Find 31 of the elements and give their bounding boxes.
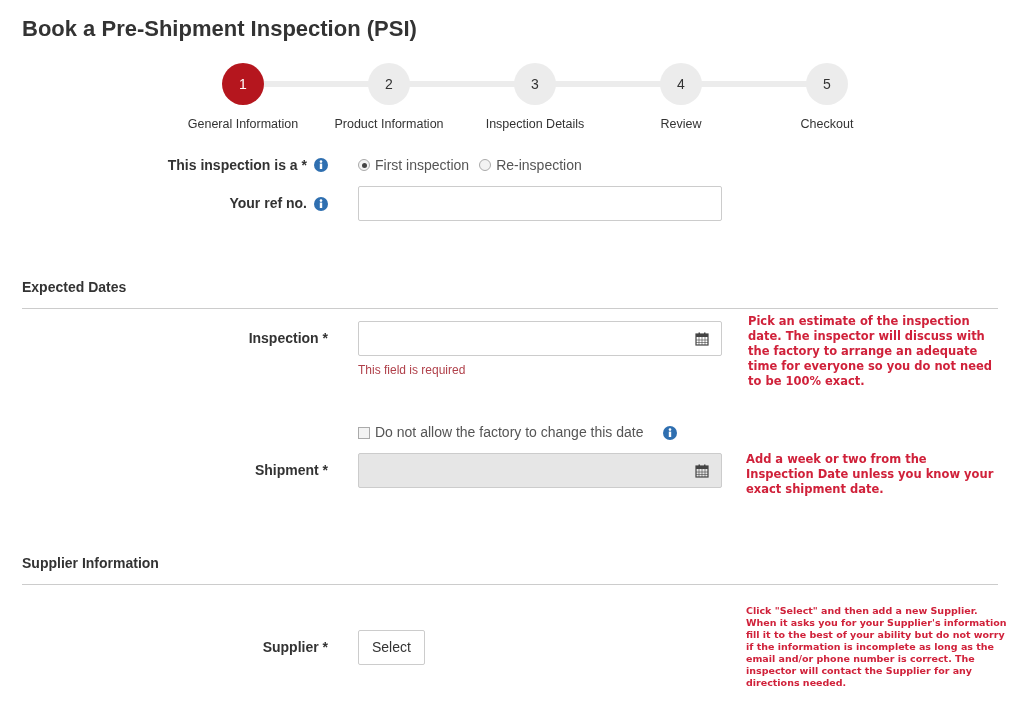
help-note: Click "Select" and then add a new Supplier. When it asks you for your Supplier's information fill it to the best of your ability but do not worry if the information is incomplete as long as the email and/or phone number is correct. The inspector will contact the Supplier for any directions needed. <box>746 605 1008 689</box>
radio-button[interactable] <box>358 159 370 171</box>
info-icon <box>314 158 328 172</box>
step-label: General Information <box>187 116 299 133</box>
radio-label: First inspection <box>375 155 470 175</box>
info-icon <box>662 425 677 440</box>
help-note: Pick an estimate of the inspection date. The inspector will discuss with the factory to arrange an adequate time for everyone so you do not need to be 100% exact. <box>748 314 994 389</box>
select-button[interactable]: Select <box>358 629 425 665</box>
ref-number-field[interactable] <box>358 186 722 221</box>
field-label: Inspection * <box>248 329 328 348</box>
checkbox[interactable] <box>358 426 370 439</box>
radio-label: Re-inspection <box>496 155 582 175</box>
error-message: This field is required <box>358 362 467 379</box>
step-label: Inspection Details <box>485 116 585 133</box>
field-label: Your ref no. <box>229 194 307 213</box>
checkbox-label: Do not allow the factory to change this date <box>375 423 644 442</box>
help-note: Add a week or two from the Inspection Date unless you know your exact shipment date. <box>746 452 995 497</box>
calendar-icon <box>695 331 709 346</box>
section-heading: Expected Dates <box>22 278 128 297</box>
field-label: Shipment * <box>254 461 328 480</box>
section-heading: Supplier Information <box>22 554 160 573</box>
step-label: Product Information <box>334 116 444 133</box>
field-label: Supplier * <box>262 637 328 657</box>
field-label: This inspection is a * <box>167 155 307 175</box>
radio-button[interactable] <box>479 159 492 171</box>
date-field[interactable] <box>358 321 722 356</box>
step-label: Checkout <box>800 116 854 133</box>
info-icon <box>314 196 328 211</box>
step-label: Review <box>660 116 702 133</box>
page-title: Book a Pre-Shipment Inspection (PSI) <box>22 15 418 43</box>
calendar-icon <box>695 463 709 478</box>
